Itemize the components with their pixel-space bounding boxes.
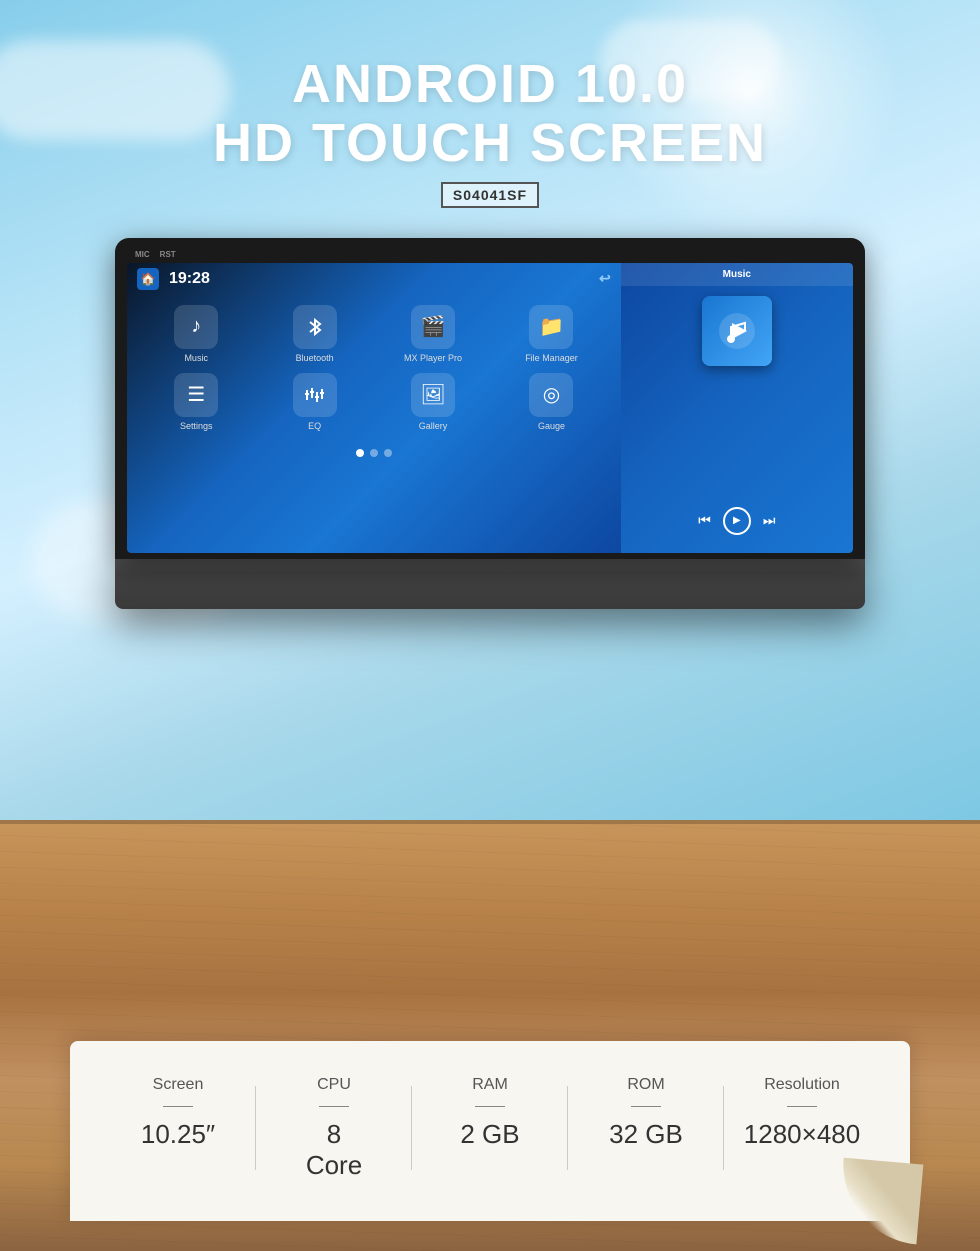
spec-divider: [163, 1106, 193, 1107]
app-grid: ♪ Music Bluetooth: [127, 295, 621, 441]
music-icon: ♪: [174, 305, 218, 349]
app-bluetooth[interactable]: Bluetooth: [260, 305, 368, 363]
app-gallery[interactable]: 🖼 Gallery: [379, 373, 487, 431]
spec-ram-label: RAM: [472, 1076, 508, 1094]
bezel-top: MIC RST: [127, 248, 853, 263]
spec-ram: RAM 2 GB: [412, 1076, 568, 1181]
spec-resolution-label: Resolution: [764, 1076, 840, 1094]
app-file-manager-label: File Manager: [525, 353, 578, 363]
title-line1: ANDROID 10.0: [0, 55, 980, 114]
spec-rom-value: 32 GB: [609, 1119, 683, 1150]
settings-icon: ☰: [174, 373, 218, 417]
spec-ram-value: 2 GB: [460, 1119, 519, 1150]
app-eq-label: EQ: [308, 421, 321, 431]
app-mx-player-label: MX Player Pro: [404, 353, 462, 363]
device-base: [115, 559, 865, 609]
bluetooth-icon: [293, 305, 337, 349]
title-line2: HD TOUCH SCREEN: [0, 114, 980, 173]
spec-cpu: CPU 8Core: [256, 1076, 412, 1181]
app-file-manager[interactable]: 📁 File Manager: [497, 305, 605, 363]
app-bluetooth-label: Bluetooth: [296, 353, 334, 363]
mx-player-icon: 🎬: [411, 305, 455, 349]
prev-button[interactable]: ⏮: [698, 512, 711, 529]
spec-screen: Screen 10.25″: [100, 1076, 256, 1181]
dot-2[interactable]: [370, 449, 378, 457]
app-music-label: Music: [184, 353, 208, 363]
app-settings[interactable]: ☰ Settings: [142, 373, 250, 431]
music-controls: ⏮ ▶ ⏭: [621, 499, 853, 543]
gallery-icon: 🖼: [411, 373, 455, 417]
app-music[interactable]: ♪ Music: [142, 305, 250, 363]
app-gallery-label: Gallery: [419, 421, 448, 431]
next-button[interactable]: ⏭: [763, 512, 776, 529]
spec-rom: ROM 32 GB: [568, 1076, 724, 1181]
spec-screen-value: 10.25″: [141, 1119, 215, 1150]
model-badge: S04041SF: [441, 182, 539, 208]
screen-left-panel: 🏠 19:28 ↩ ♪ Music: [127, 263, 621, 553]
device-outer: MIC RST 🏠 19:28 ↩: [115, 238, 865, 609]
device-container: MIC RST 🏠 19:28 ↩: [0, 238, 980, 609]
spec-screen-label: Screen: [153, 1076, 204, 1094]
specs-card: Screen 10.25″ CPU 8Core RAM 2 GB ROM 32 …: [70, 1041, 910, 1221]
screen-topbar: 🏠 19:28 ↩: [127, 263, 621, 295]
spec-divider: [787, 1106, 817, 1107]
dot-1[interactable]: [356, 449, 364, 457]
dot-3[interactable]: [384, 449, 392, 457]
spec-divider: [319, 1106, 349, 1107]
specs-grid: Screen 10.25″ CPU 8Core RAM 2 GB ROM 32 …: [100, 1076, 880, 1181]
spec-rom-label: ROM: [627, 1076, 664, 1094]
app-gauge-label: Gauge: [538, 421, 565, 431]
screen-display: 🏠 19:28 ↩ ♪ Music: [127, 263, 853, 553]
spec-resolution: Resolution 1280×480: [724, 1076, 880, 1181]
app-settings-label: Settings: [180, 421, 213, 431]
play-button[interactable]: ▶: [723, 507, 751, 535]
app-gauge[interactable]: ◎ Gauge: [497, 373, 605, 431]
desk-section: Screen 10.25″ CPU 8Core RAM 2 GB ROM 32 …: [0, 820, 980, 1251]
app-eq[interactable]: EQ: [260, 373, 368, 431]
sky-background: ANDROID 10.0 HD TOUCH SCREEN S04041SF MI…: [0, 0, 980, 820]
music-header: Music: [621, 263, 853, 286]
file-manager-icon: 📁: [529, 305, 573, 349]
topbar-time: 19:28: [169, 270, 210, 288]
page-dots: [127, 441, 621, 465]
rst-label: RST: [160, 250, 176, 259]
spec-cpu-value: 8Core: [306, 1119, 362, 1181]
screen-right-panel: Music ⏮ ▶ ⏭: [621, 263, 853, 553]
spec-divider: [475, 1106, 505, 1107]
app-mx-player[interactable]: 🎬 MX Player Pro: [379, 305, 487, 363]
music-album-art: [702, 296, 772, 366]
title-area: ANDROID 10.0 HD TOUCH SCREEN S04041SF: [0, 0, 980, 208]
spec-resolution-value: 1280×480: [744, 1119, 860, 1150]
spec-cpu-label: CPU: [317, 1076, 351, 1094]
home-button[interactable]: 🏠: [137, 268, 159, 290]
eq-icon: [293, 373, 337, 417]
back-button[interactable]: ↩: [599, 270, 611, 287]
mic-label: MIC: [135, 250, 150, 259]
screen-bezel: MIC RST 🏠 19:28 ↩: [115, 238, 865, 559]
spec-divider: [631, 1106, 661, 1107]
gauge-icon: ◎: [529, 373, 573, 417]
